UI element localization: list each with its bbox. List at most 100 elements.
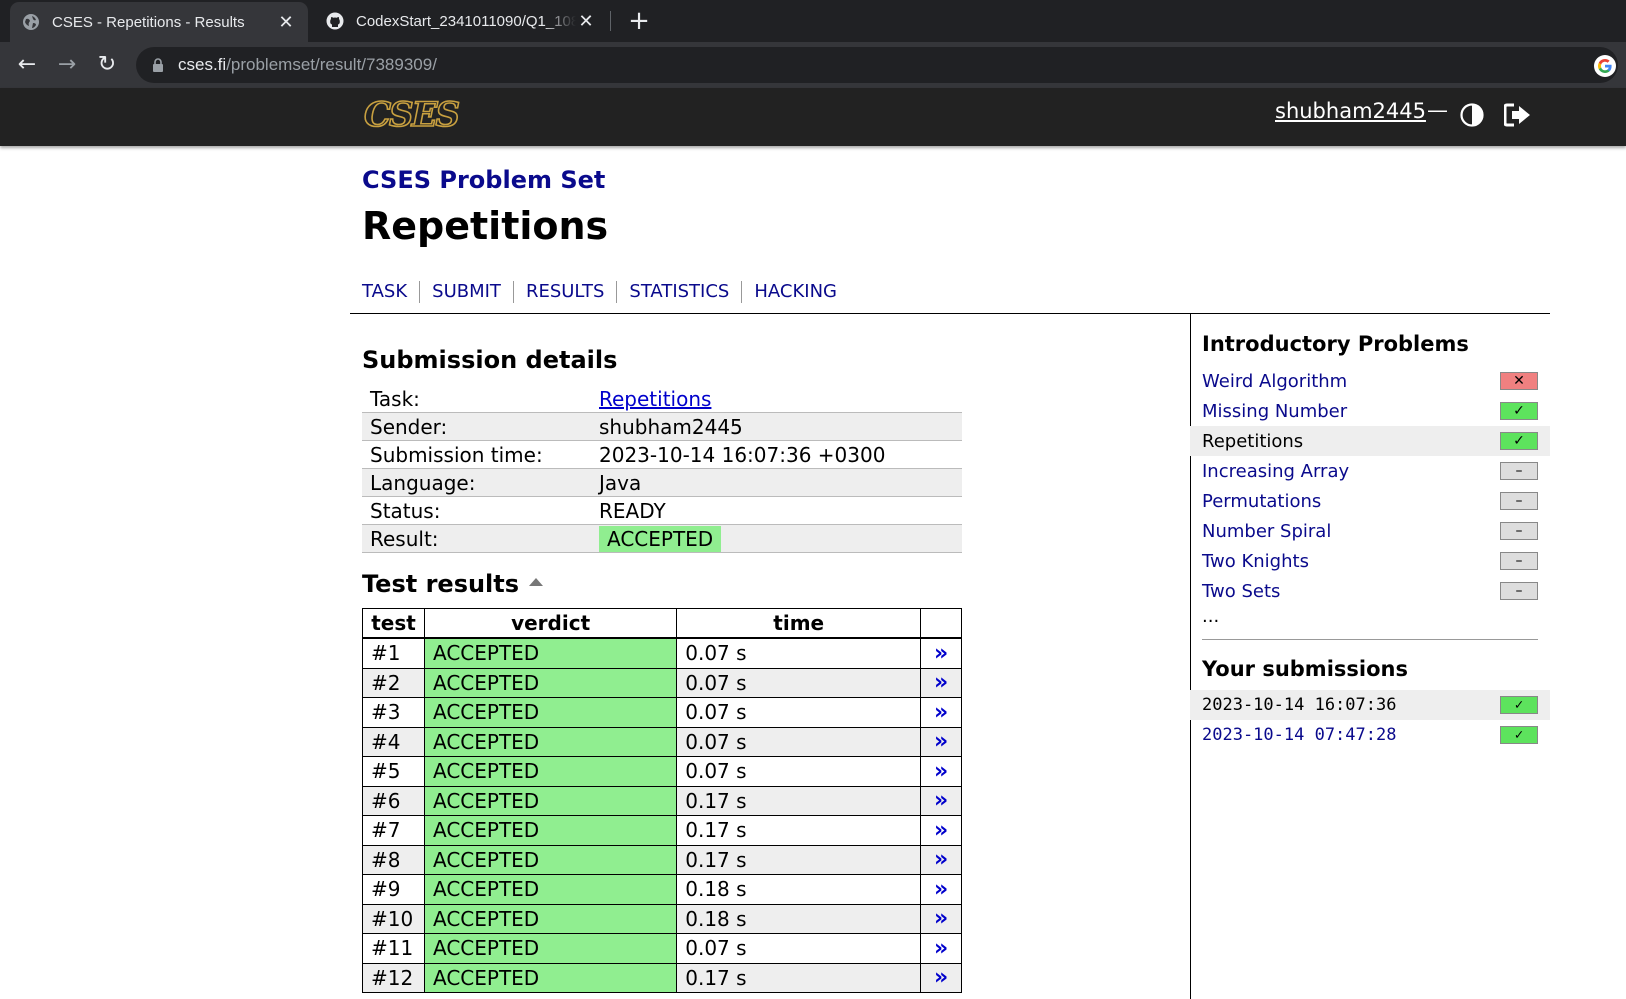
back-arrow-icon[interactable]: ← xyxy=(12,50,42,80)
submission-list: 2023-10-14 16:07:36 ✓ 2023-10-14 07:47:28 ✓ xyxy=(1190,690,1550,750)
lock-icon xyxy=(153,58,163,72)
username-link[interactable]: shubham2445 xyxy=(1275,99,1426,123)
detail-key: Task: xyxy=(362,385,591,413)
checkmark-icon: ✓ xyxy=(1500,726,1538,744)
double-chevron-right-icon[interactable]: » xyxy=(934,936,948,961)
dash-icon: – xyxy=(1500,582,1538,600)
problem-link[interactable]: Missing Number xyxy=(1202,401,1347,422)
test-time: 0.07 s xyxy=(676,726,922,757)
test-number: #2 xyxy=(362,667,425,698)
test-row: #1 ACCEPTED 0.07 s » xyxy=(362,637,962,669)
test-row: #2 ACCEPTED 0.07 s » xyxy=(362,667,962,698)
problem-link[interactable]: Two Knights xyxy=(1202,551,1309,572)
double-chevron-right-icon[interactable]: » xyxy=(934,818,948,843)
double-chevron-right-icon[interactable]: » xyxy=(934,877,948,902)
test-details-link[interactable]: » xyxy=(920,844,962,875)
result-badge: ACCEPTED xyxy=(599,525,722,552)
sidebar-problem-item[interactable]: Permutations – xyxy=(1190,486,1550,516)
test-details-link[interactable]: » xyxy=(920,933,962,964)
close-tab-icon[interactable]: ✕ xyxy=(576,11,596,32)
test-number: #10 xyxy=(362,903,425,934)
browser-tab-active[interactable]: CSES - Repetitions - Results ✕ xyxy=(10,2,308,42)
detail-key: Status: xyxy=(362,496,591,525)
problem-link[interactable]: Weird Algorithm xyxy=(1202,371,1347,392)
test-row: #10 ACCEPTED 0.18 s » xyxy=(362,903,962,934)
sidebar-problem-item[interactable]: Two Knights – xyxy=(1190,546,1550,576)
checkmark-icon: ✓ xyxy=(1500,696,1538,714)
reload-icon[interactable]: ↻ xyxy=(92,50,122,80)
test-details-link[interactable]: » xyxy=(920,815,962,846)
double-chevron-right-icon[interactable]: » xyxy=(934,759,948,784)
sidebar-problem-item[interactable]: Number Spiral – xyxy=(1190,516,1550,546)
test-details-link[interactable]: » xyxy=(920,756,962,787)
test-row: #6 ACCEPTED 0.17 s » xyxy=(362,785,962,816)
submission-item[interactable]: 2023-10-14 16:07:36 ✓ xyxy=(1190,690,1550,720)
test-time: 0.18 s xyxy=(676,874,922,905)
test-details-link[interactable]: » xyxy=(920,962,962,993)
test-details-link[interactable]: » xyxy=(920,637,962,669)
double-chevron-right-icon[interactable]: » xyxy=(934,788,948,813)
task-nav: TASK SUBMIT RESULTS STATISTICS HACKING xyxy=(362,281,849,303)
new-tab-icon[interactable]: + xyxy=(624,6,654,36)
forward-arrow-icon[interactable]: → xyxy=(52,50,82,80)
detail-key: Result: xyxy=(362,524,591,553)
double-chevron-right-icon[interactable]: » xyxy=(934,729,948,754)
cses-logo[interactable]: CSES xyxy=(362,99,478,131)
problem-link[interactable]: Two Sets xyxy=(1202,581,1280,602)
test-row: #4 ACCEPTED 0.07 s » xyxy=(362,726,962,757)
test-details-link[interactable]: » xyxy=(920,667,962,698)
detail-key: Submission time: xyxy=(362,440,591,469)
test-verdict: ACCEPTED xyxy=(423,637,678,669)
sidebar-problem-item[interactable]: Two Sets – xyxy=(1190,576,1550,606)
browser-tab-inactive[interactable]: CodexStart_2341011090/Q1_108 ✕ xyxy=(314,0,608,42)
double-chevron-right-icon[interactable]: » xyxy=(934,700,948,725)
dark-mode-toggle-icon[interactable] xyxy=(1460,103,1484,127)
url-text: cses.fi/problemset/result/7389309/ xyxy=(178,55,437,74)
close-tab-icon[interactable]: ✕ xyxy=(276,12,296,33)
nav-results[interactable]: RESULTS xyxy=(512,281,616,303)
problemset-title[interactable]: CSES Problem Set xyxy=(362,166,605,194)
sidebar-problem-item[interactable]: Repetitions ✓ xyxy=(1190,426,1550,456)
test-number: #9 xyxy=(362,874,425,905)
test-details-link[interactable]: » xyxy=(920,785,962,816)
column-header-verdict: verdict xyxy=(423,608,678,639)
problem-link[interactable]: Number Spiral xyxy=(1202,521,1331,542)
test-verdict: ACCEPTED xyxy=(423,726,678,757)
submissions-title: Your submissions xyxy=(1202,657,1408,681)
sidebar-problem-item[interactable]: Weird Algorithm ✕ xyxy=(1190,366,1550,396)
nav-hacking[interactable]: HACKING xyxy=(741,281,849,303)
test-results-heading[interactable]: Test results xyxy=(362,570,544,598)
test-time: 0.17 s xyxy=(676,844,922,875)
test-details-link[interactable]: » xyxy=(920,874,962,905)
dash-icon: – xyxy=(1500,522,1538,540)
test-number: #1 xyxy=(362,637,425,669)
sidebar-problem-item[interactable]: Increasing Array – xyxy=(1190,456,1550,486)
problem-list: Weird Algorithm ✕ Missing Number ✓ Repetitio… xyxy=(1190,366,1550,606)
double-chevron-right-icon[interactable]: » xyxy=(934,906,948,931)
sidebar-problem-item[interactable]: Missing Number ✓ xyxy=(1190,396,1550,426)
test-details-link[interactable]: » xyxy=(920,903,962,934)
sidebar-section-title: Introductory Problems xyxy=(1202,332,1469,356)
double-chevron-right-icon[interactable]: » xyxy=(934,965,948,990)
test-results-table: test verdict time #1 ACCEPTED 0.07 s» #2 ACC… xyxy=(362,608,962,993)
logout-icon[interactable] xyxy=(1504,103,1532,127)
nav-submit[interactable]: SUBMIT xyxy=(419,281,513,303)
double-chevron-right-icon[interactable]: » xyxy=(934,670,948,695)
test-details-link[interactable]: » xyxy=(920,697,962,728)
address-bar[interactable]: cses.fi/problemset/result/7389309/ xyxy=(136,47,1618,83)
nav-task[interactable]: TASK xyxy=(362,281,419,303)
test-details-link[interactable]: » xyxy=(920,726,962,757)
nav-statistics[interactable]: STATISTICS xyxy=(616,281,741,303)
test-number: #5 xyxy=(362,756,425,787)
detail-value: 2023-10-14 16:07:36 +0300 xyxy=(591,440,962,469)
collapse-arrow-icon[interactable] xyxy=(529,578,544,586)
google-icon[interactable] xyxy=(1594,55,1616,77)
double-chevron-right-icon[interactable]: » xyxy=(934,641,948,666)
submission-item[interactable]: 2023-10-14 07:47:28 ✓ xyxy=(1190,720,1550,750)
problem-link[interactable]: Increasing Array xyxy=(1202,461,1349,482)
task-link[interactable]: Repetitions xyxy=(599,387,711,411)
problem-link[interactable]: Permutations xyxy=(1202,491,1321,512)
double-chevron-right-icon[interactable]: » xyxy=(934,847,948,872)
submission-link[interactable]: 2023-10-14 07:47:28 xyxy=(1202,725,1396,745)
column-header-time: time xyxy=(676,608,922,639)
